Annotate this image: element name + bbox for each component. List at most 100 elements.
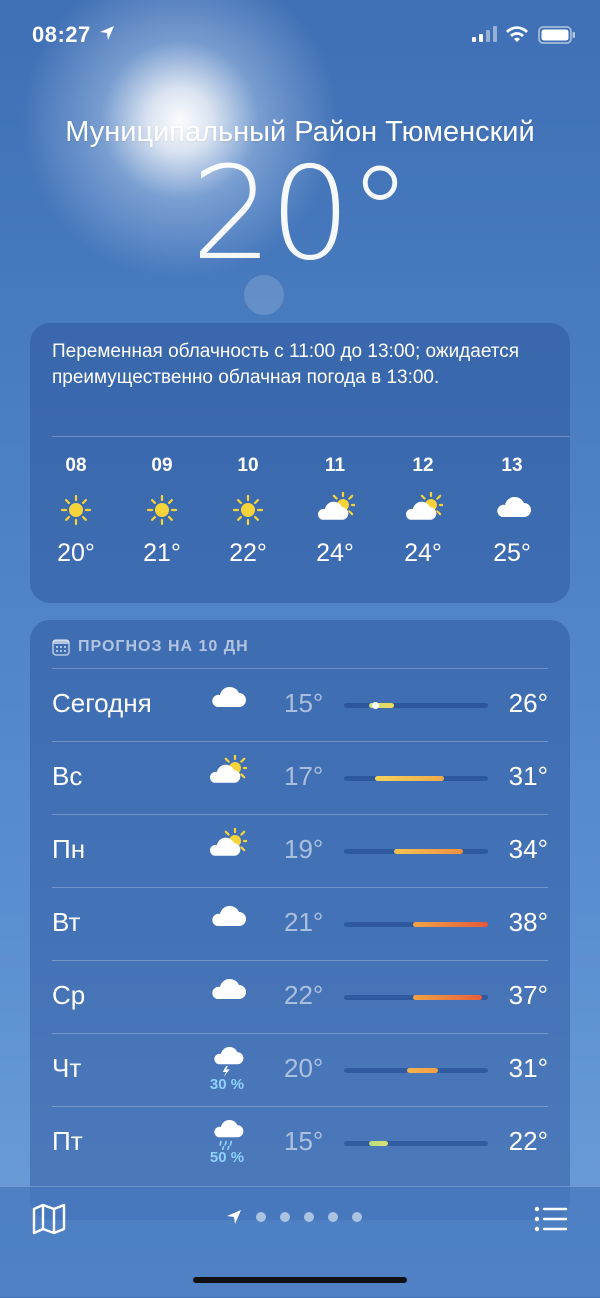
hourly-item: 10 22° [208,455,288,568]
day-label: Вс [52,761,83,791]
home-indicator[interactable] [193,1277,407,1283]
temp-range-bar [344,1068,488,1073]
day-label: Чт [52,1053,82,1083]
cloud-icon [497,496,531,517]
daily-row[interactable]: Пн 19° 34° [52,814,548,887]
temp-range-bar [344,995,488,1000]
temp-range-fill [412,995,482,1000]
map-icon[interactable] [32,1203,66,1235]
hourly-item: 11 24° [295,455,375,568]
precip-chance: 50 % [209,1149,245,1166]
sun-icon [232,494,264,526]
page-dot[interactable] [352,1212,362,1222]
hour-icon [383,481,463,539]
high-temp: 34° [508,834,548,864]
day-icon [202,682,252,728]
cloud-icon [212,905,246,926]
day-icon: 30 % [202,1047,252,1093]
status-bar: 08:27 [0,0,600,70]
location-arrow-icon [100,26,114,40]
day-label: Ср [52,980,86,1010]
hourly-item: 09 21° [122,455,202,568]
low-temp: 19° [284,834,324,864]
hour-icon [122,481,202,539]
temp-range-bar [344,849,488,854]
daily-forecast-card[interactable]: ПРОГНОЗ НА 10 ДН Сегодня 15° 26° Вс 17° … [30,620,570,1220]
hour-temp: 20° [57,539,95,567]
hour-temp: 22° [229,539,267,567]
hourly-forecast-card[interactable]: Переменная облачность с 11:00 до 13:00; … [30,323,570,603]
high-temp: 31° [508,761,548,791]
hour-label: 13 [501,455,523,476]
daily-row[interactable]: Вт 21° 38° [52,887,548,960]
divider [52,1106,548,1107]
temp-range-fill [375,776,445,781]
hourly-item: 12 24° [383,455,463,568]
hour-icon [295,481,375,539]
lens-flare [244,275,284,315]
page-dot[interactable] [304,1212,314,1222]
cellular-signal-icon [472,26,497,42]
page-dot[interactable] [328,1212,338,1222]
temp-range-bar [344,922,488,927]
day-label: Сегодня [52,688,152,718]
day-icon [202,974,252,1020]
day-icon: 50 % [202,1120,252,1166]
list-icon[interactable] [534,1205,568,1233]
page-dot[interactable] [256,1212,266,1222]
cloud-icon [212,686,246,707]
daily-row[interactable]: Сегодня 15° 26° [52,668,548,741]
hour-temp: 24° [316,539,354,567]
temp-range-fill [406,1068,438,1073]
temp-range-fill [412,922,488,927]
low-temp: 15° [284,688,324,718]
divider [52,960,548,961]
high-temp: 22° [508,1126,548,1156]
partly-cloudy-icon [317,492,355,520]
daily-row[interactable]: Вс 17° 31° [52,741,548,814]
partly-cloudy-icon [209,755,247,783]
divider [52,741,548,742]
day-label: Вт [52,907,81,937]
day-icon [202,901,252,947]
day-icon [202,828,252,874]
daily-row[interactable]: Пт 50 % 15° 22° [52,1106,548,1179]
partly-cloudy-icon [209,828,247,856]
sun-icon [146,494,178,526]
temp-range-bar [344,1141,488,1146]
page-dot[interactable] [280,1212,290,1222]
divider [52,814,548,815]
rain-icon [214,1120,244,1151]
high-temp: 37° [508,980,548,1010]
divider [52,668,548,669]
hour-label: 10 [237,455,259,476]
partly-cloudy-icon [405,492,443,520]
daily-header-label: ПРОГНОЗ НА 10 ДН [78,638,249,655]
hourly-item: 13 25° [472,455,552,568]
daily-header: ПРОГНОЗ НА 10 ДН [52,638,249,656]
current-location-arrow-icon [227,1210,241,1224]
hour-icon [36,481,116,539]
hour-icon [208,481,288,539]
calendar-icon [52,639,70,656]
temp-range-bar [344,776,488,781]
current-temperature: 20° [191,140,412,289]
hour-temp: 24° [404,539,442,567]
hour-label: 08 [65,455,87,476]
divider [52,1033,548,1034]
cloud-icon [212,978,246,999]
sun-icon [60,494,92,526]
daily-row[interactable]: Чт 30 % 20° 31° [52,1033,548,1106]
day-label: Пт [52,1126,83,1156]
precip-chance: 30 % [209,1076,245,1093]
hour-temp: 25° [493,539,531,567]
temp-range-fill [369,1141,388,1146]
hour-label: 09 [151,455,173,476]
high-temp: 38° [508,907,548,937]
bottom-toolbar [0,1186,600,1298]
daily-row[interactable]: Ср 22° 37° [52,960,548,1033]
hour-label: 11 [324,455,346,476]
divider [52,436,570,437]
page-indicator[interactable] [226,1209,362,1225]
high-temp: 26° [508,688,548,718]
